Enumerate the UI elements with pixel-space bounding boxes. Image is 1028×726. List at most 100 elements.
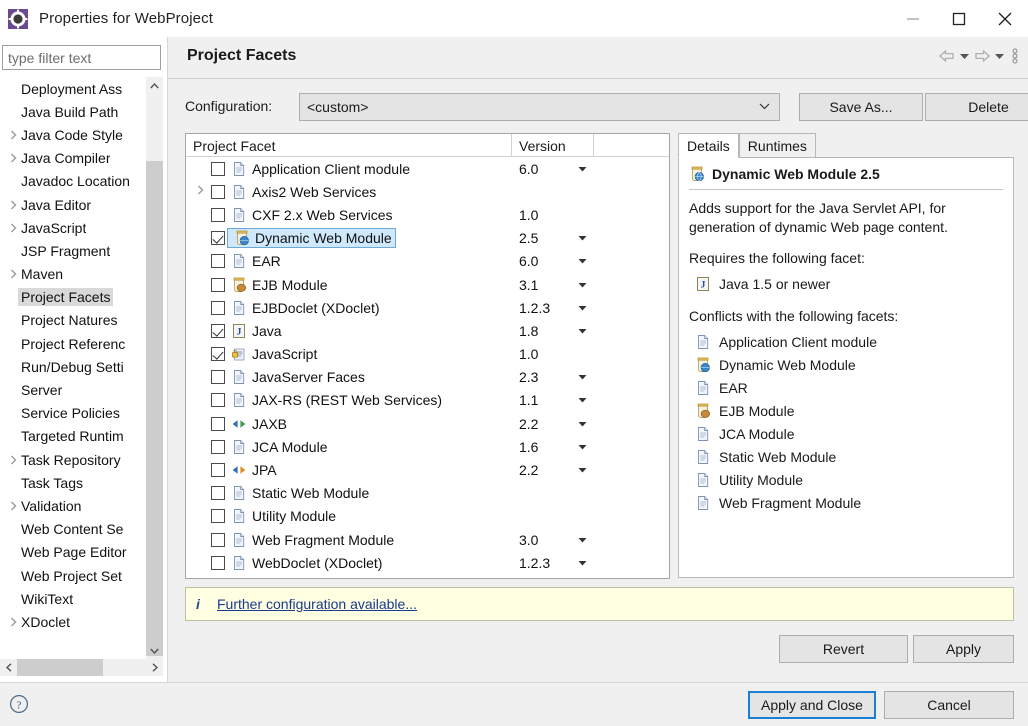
facet-checkbox[interactable] xyxy=(211,509,225,524)
maximize-button[interactable] xyxy=(936,0,982,37)
scroll-up-icon[interactable] xyxy=(146,77,163,94)
version-dropdown-icon[interactable] xyxy=(578,256,587,266)
sidebar-item-jsp-fragment[interactable]: JSP Fragment xyxy=(0,239,146,262)
table-row[interactable]: EJB Module 3.1 xyxy=(186,273,669,296)
facet-version[interactable]: 1.2.3 xyxy=(519,555,550,571)
sidebar-item-javascript[interactable]: JavaScript xyxy=(0,216,146,239)
sidebar-item-java-build-path[interactable]: Java Build Path xyxy=(0,100,146,123)
table-row[interactable]: JPA 2.2 xyxy=(186,458,669,481)
apply-and-close-button[interactable]: Apply and Close xyxy=(748,691,876,719)
facet-checkbox[interactable] xyxy=(211,323,225,338)
facet-checkbox[interactable] xyxy=(211,393,225,408)
version-dropdown-icon[interactable] xyxy=(578,164,587,174)
facet-version[interactable]: 3.1 xyxy=(519,277,538,293)
chevron-right-icon[interactable] xyxy=(6,130,21,140)
sidebar-item-wikitext[interactable]: WikiText xyxy=(0,587,146,610)
revert-button[interactable]: Revert xyxy=(779,635,908,663)
sidebar-item-project-facets[interactable]: Project Facets xyxy=(0,286,146,309)
sidebar-item-server[interactable]: Server xyxy=(0,378,146,401)
table-row[interactable]: Application Client module 6.0 xyxy=(186,157,669,180)
back-chevron-down-icon[interactable] xyxy=(959,52,970,60)
facet-checkbox[interactable] xyxy=(211,231,225,246)
facet-checkbox[interactable] xyxy=(211,370,225,385)
facet-checkbox[interactable] xyxy=(211,463,225,478)
facet-version[interactable]: 2.2 xyxy=(519,462,538,478)
table-row[interactable]: JavaServer Faces 2.3 xyxy=(186,366,669,389)
scroll-right-icon[interactable] xyxy=(146,659,163,676)
facet-version[interactable]: 1.2.3 xyxy=(519,300,550,316)
sidebar-item-java-code-style[interactable]: Java Code Style xyxy=(0,123,146,146)
settings-tree[interactable]: Deployment Ass Java Build Path Java Code S… xyxy=(0,77,146,659)
tab-runtimes[interactable]: Runtimes xyxy=(738,133,816,158)
facet-checkbox[interactable] xyxy=(211,300,225,315)
filter-input[interactable]: type filter text xyxy=(2,45,161,70)
facet-version[interactable]: 1.0 xyxy=(519,346,538,362)
sidebar-item-run-debug-setti[interactable]: Run/Debug Setti xyxy=(0,355,146,378)
close-button[interactable] xyxy=(982,0,1028,37)
facet-version[interactable]: 1.6 xyxy=(519,439,538,455)
facet-version[interactable]: 6.0 xyxy=(519,161,538,177)
table-row[interactable]: JCA Module 1.6 xyxy=(186,435,669,458)
chevron-right-icon[interactable] xyxy=(6,200,21,210)
minimize-button[interactable] xyxy=(890,0,936,37)
sidebar-item-validation[interactable]: Validation xyxy=(0,494,146,517)
help-question-icon[interactable]: ? xyxy=(8,693,30,715)
table-row[interactable]: EAR 6.0 xyxy=(186,250,669,273)
version-dropdown-icon[interactable] xyxy=(578,558,587,568)
sidebar-horizontal-scrollbar[interactable] xyxy=(0,659,163,676)
chevron-right-icon[interactable] xyxy=(6,269,21,279)
version-dropdown-icon[interactable] xyxy=(578,303,587,313)
facet-checkbox[interactable] xyxy=(211,486,225,501)
forward-chevron-down-icon[interactable] xyxy=(994,52,1005,60)
table-row[interactable]: CXF 2.x Web Services 1.0 xyxy=(186,203,669,226)
scroll-down-icon[interactable] xyxy=(146,642,163,659)
scroll-left-icon[interactable] xyxy=(0,659,17,676)
column-header-version[interactable]: Version xyxy=(512,134,594,157)
project-facets-table[interactable]: Project Facet Version Application Client… xyxy=(185,133,670,579)
sidebar-item-web-project-set[interactable]: Web Project Set xyxy=(0,564,146,587)
version-dropdown-icon[interactable] xyxy=(578,442,587,452)
chevron-right-icon[interactable] xyxy=(6,501,21,511)
sidebar-item-maven[interactable]: Maven xyxy=(0,263,146,286)
chevron-right-icon[interactable] xyxy=(6,223,21,233)
sidebar-item-project-natures[interactable]: Project Natures xyxy=(0,309,146,332)
sidebar-item-web-content-se[interactable]: Web Content Se xyxy=(0,518,146,541)
chevron-right-icon[interactable] xyxy=(6,455,21,465)
column-header-blank[interactable] xyxy=(594,134,669,157)
configuration-dropdown[interactable]: <custom> xyxy=(299,93,780,121)
sidebar-vertical-scrollbar[interactable] xyxy=(146,77,163,659)
facet-checkbox[interactable] xyxy=(211,532,225,547)
sidebar-item-xdoclet[interactable]: XDoclet xyxy=(0,610,146,633)
facet-checkbox[interactable] xyxy=(211,347,225,362)
table-row[interactable]: Web Fragment Module 3.0 xyxy=(186,528,669,551)
tab-details[interactable]: Details xyxy=(678,133,739,158)
table-row[interactable]: Utility Module xyxy=(186,505,669,528)
apply-button[interactable]: Apply xyxy=(913,635,1014,663)
version-dropdown-icon[interactable] xyxy=(578,535,587,545)
table-row[interactable]: Static Web Module xyxy=(186,482,669,505)
version-dropdown-icon[interactable] xyxy=(578,233,587,243)
sidebar-hscroll-thumb[interactable] xyxy=(17,659,103,676)
forward-arrow-icon[interactable] xyxy=(973,49,991,63)
facet-checkbox[interactable] xyxy=(211,207,225,222)
vertical-dots-icon[interactable] xyxy=(1012,48,1018,64)
table-row[interactable]: EJBDoclet (XDoclet) 1.2.3 xyxy=(186,296,669,319)
facet-checkbox[interactable] xyxy=(211,416,225,431)
cancel-button[interactable]: Cancel xyxy=(884,691,1014,719)
sidebar-item-java-compiler[interactable]: Java Compiler xyxy=(0,147,146,170)
table-row[interactable]: Axis2 Web Services xyxy=(186,180,669,203)
table-row[interactable]: JavaScript 1.0 xyxy=(186,343,669,366)
facet-checkbox[interactable] xyxy=(211,161,225,176)
facet-version[interactable]: 1.1 xyxy=(519,392,538,408)
back-arrow-icon[interactable] xyxy=(938,49,956,63)
sidebar-item-task-tags[interactable]: Task Tags xyxy=(0,471,146,494)
version-dropdown-icon[interactable] xyxy=(578,395,587,405)
sidebar-item-service-policies[interactable]: Service Policies xyxy=(0,402,146,425)
sidebar-item-java-editor[interactable]: Java Editor xyxy=(0,193,146,216)
facet-version[interactable]: 6.0 xyxy=(519,253,538,269)
version-dropdown-icon[interactable] xyxy=(578,326,587,336)
facet-checkbox[interactable] xyxy=(211,184,225,199)
table-row[interactable]: WebDoclet (XDoclet) 1.2.3 xyxy=(186,551,669,574)
facet-version[interactable]: 2.5 xyxy=(519,230,538,246)
sidebar-item-targeted-runtim[interactable]: Targeted Runtim xyxy=(0,425,146,448)
